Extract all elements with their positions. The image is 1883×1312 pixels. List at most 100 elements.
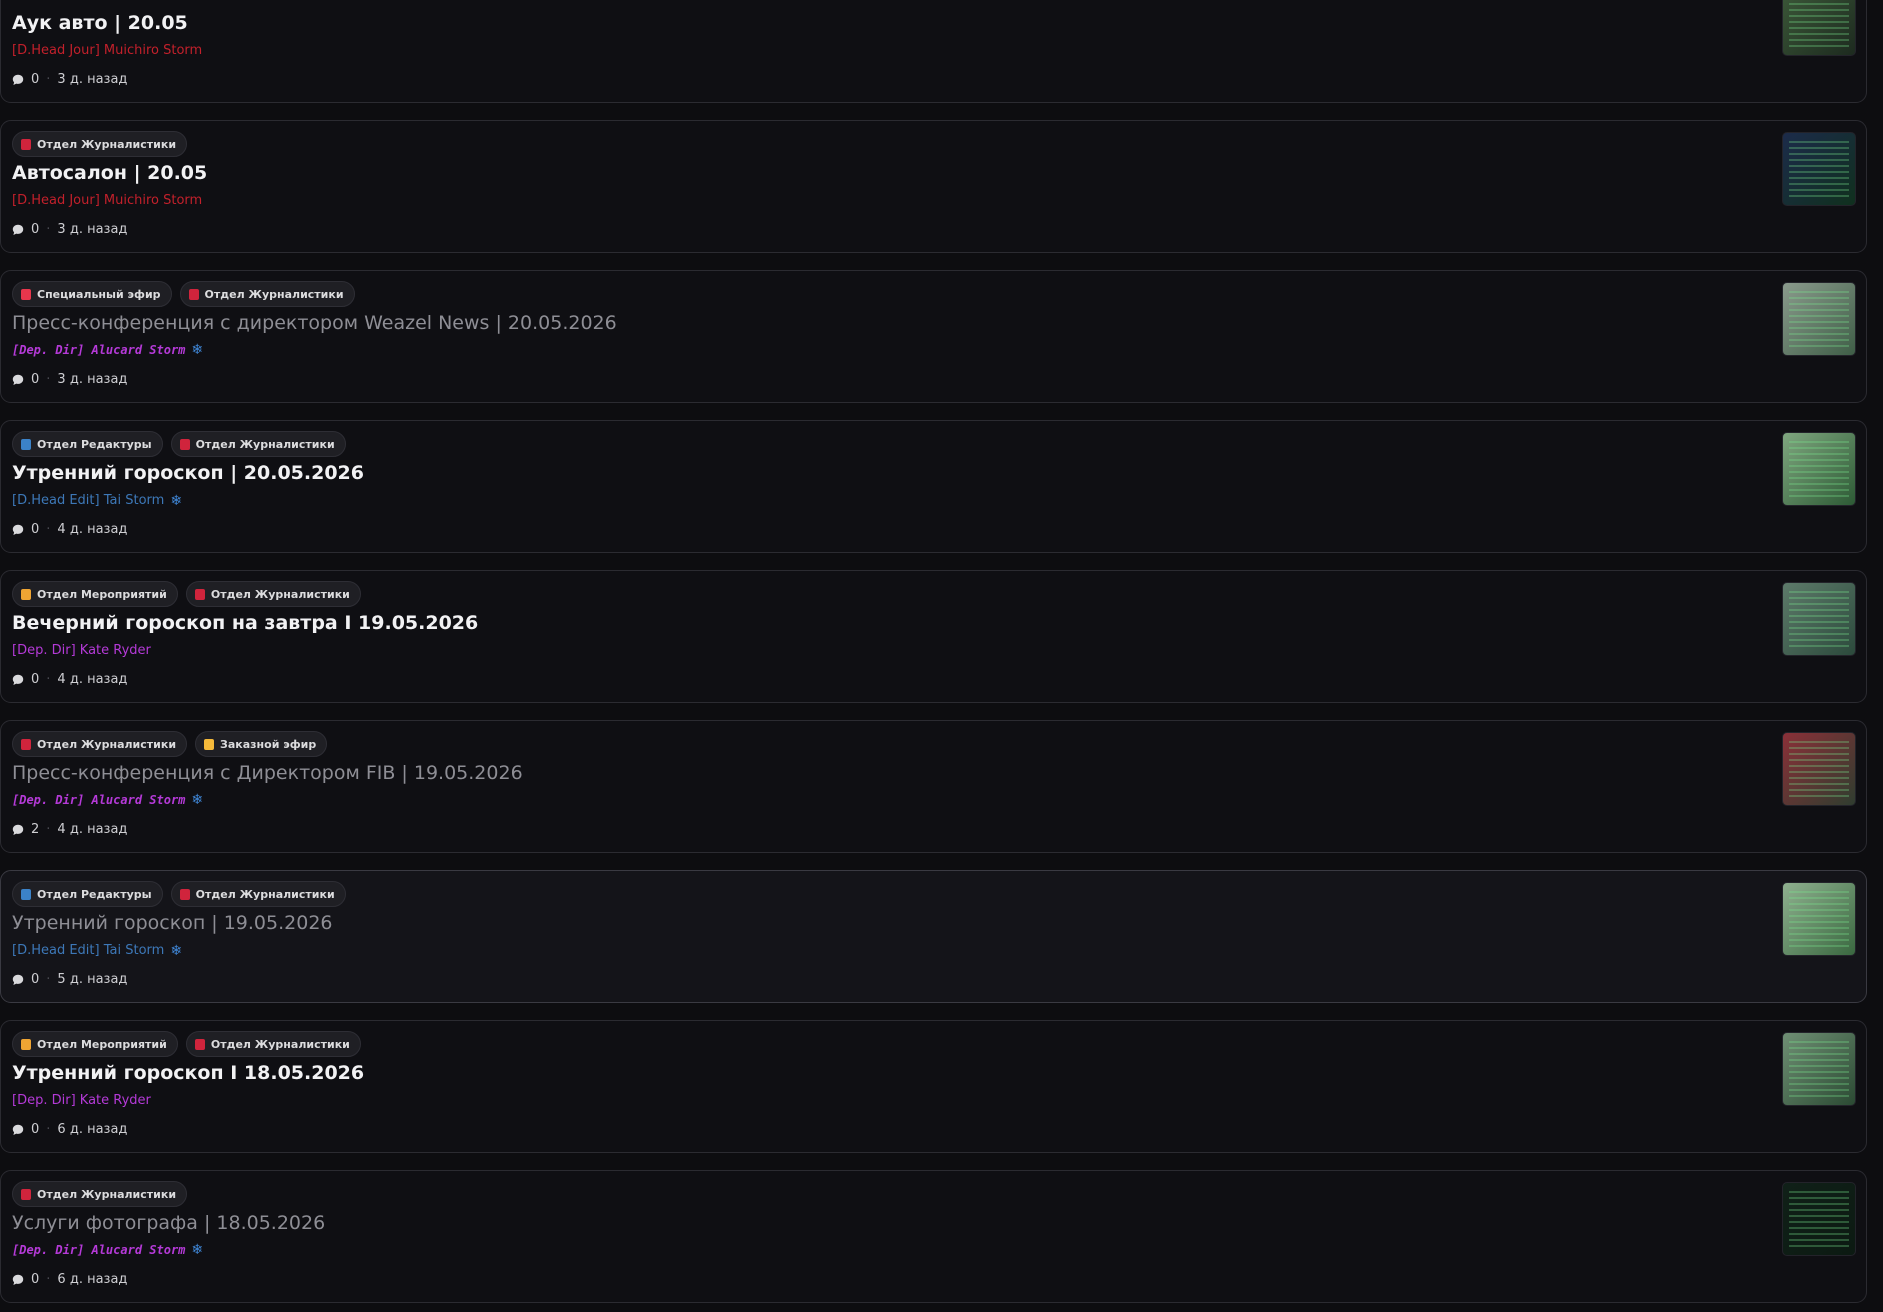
thumbnail-texture bbox=[1789, 291, 1849, 347]
tag-label: Отдел Мероприятий bbox=[37, 1037, 167, 1051]
post-thumbnail[interactable] bbox=[1782, 732, 1856, 806]
post-card[interactable]: Отдел Мероприятий Отдел Журналистики Утре… bbox=[0, 1020, 1867, 1153]
category-tag[interactable]: Отдел Журналистики bbox=[185, 1031, 361, 1057]
post-author[interactable]: [Dep. Dir] Alucard Storm bbox=[12, 343, 185, 357]
tag-color-icon bbox=[21, 288, 31, 300]
post-thumbnail[interactable] bbox=[1782, 882, 1856, 956]
post-author-row: [Dep. Dir] Alucard Storm ❄ bbox=[12, 793, 203, 807]
thumbnail-texture bbox=[1789, 0, 1849, 47]
meta-separator: · bbox=[46, 372, 51, 387]
meta-separator: · bbox=[46, 1122, 51, 1137]
post-author-row: [D.Head Jour] Muichiro Storm bbox=[12, 193, 202, 208]
post-thumbnail[interactable] bbox=[1782, 0, 1856, 56]
snowflake-icon: ❄ bbox=[191, 792, 204, 808]
post-author-row: [Dep. Dir] Alucard Storm ❄ bbox=[12, 1243, 203, 1257]
comment-count: 0 bbox=[31, 522, 40, 537]
post-card[interactable]: Отдел Журналистики Заказной эфир Пресс-ко… bbox=[0, 720, 1867, 853]
tag-label: Отдел Журналистики bbox=[195, 437, 335, 451]
meta-separator: · bbox=[46, 522, 51, 537]
post-title[interactable]: Утренний гороскоп I 18.05.2026 bbox=[12, 1062, 364, 1084]
tag-label: Заказной эфир bbox=[220, 737, 317, 751]
comment-bubble-icon bbox=[12, 1124, 24, 1135]
category-tag[interactable]: Отдел Журналистики bbox=[185, 581, 361, 607]
comment-count: 0 bbox=[31, 972, 40, 987]
category-tag[interactable]: Отдел Журналистики bbox=[179, 281, 355, 307]
post-time: 4 д. назад bbox=[57, 822, 128, 837]
post-thumbnail[interactable] bbox=[1782, 582, 1856, 656]
post-tags: Отдел Журналистики bbox=[12, 131, 188, 157]
post-time: 3 д. назад bbox=[57, 72, 128, 87]
category-tag[interactable]: Отдел Мероприятий bbox=[12, 581, 178, 607]
post-author-row: [Dep. Dir] Alucard Storm ❄ bbox=[12, 343, 203, 357]
tag-label: Отдел Журналистики bbox=[204, 287, 344, 301]
post-card[interactable]: Аук авто | 20.05 [D.Head Jour] Muichiro … bbox=[0, 0, 1867, 103]
tag-label: Отдел Журналистики bbox=[210, 587, 350, 601]
post-author[interactable]: [Dep. Dir] Alucard Storm bbox=[12, 793, 185, 807]
post-title[interactable]: Автосалон | 20.05 bbox=[12, 162, 207, 184]
post-author[interactable]: [Dep. Dir] Kate Ryder bbox=[12, 643, 151, 658]
post-card[interactable]: Специальный эфир Отдел Журналистики Пресс… bbox=[0, 270, 1867, 403]
post-time: 4 д. назад bbox=[57, 672, 128, 687]
post-feed: Аук авто | 20.05 [D.Head Jour] Muichiro … bbox=[0, 0, 1883, 1312]
post-card[interactable]: Отдел Редактуры Отдел Журналистики Утренн… bbox=[0, 420, 1867, 553]
snowflake-icon: ❄ bbox=[170, 942, 183, 959]
tag-label: Отдел Редактуры bbox=[37, 887, 152, 901]
post-thumbnail[interactable] bbox=[1782, 1032, 1856, 1106]
post-thumbnail[interactable] bbox=[1782, 132, 1856, 206]
post-author[interactable]: [D.Head Edit] Tai Storm bbox=[12, 493, 164, 508]
post-title[interactable]: Аук авто | 20.05 bbox=[12, 12, 188, 34]
post-time: 3 д. назад bbox=[57, 372, 128, 387]
tag-color-icon bbox=[21, 738, 31, 750]
category-tag[interactable]: Отдел Редактуры bbox=[12, 881, 163, 907]
category-tag[interactable]: Отдел Редактуры bbox=[12, 431, 163, 457]
tag-label: Отдел Журналистики bbox=[37, 137, 177, 151]
comment-count: 0 bbox=[31, 1122, 40, 1137]
post-card[interactable]: Отдел Журналистики Услуги фотографа | 18… bbox=[0, 1170, 1867, 1303]
tag-label: Отдел Мероприятий bbox=[37, 587, 167, 601]
comment-bubble-icon bbox=[12, 74, 24, 85]
tag-label: Отдел Журналистики bbox=[37, 1187, 177, 1201]
post-title[interactable]: Услуги фотографа | 18.05.2026 bbox=[12, 1212, 325, 1234]
comment-count: 0 bbox=[31, 672, 40, 687]
tag-color-icon bbox=[21, 438, 31, 450]
category-tag[interactable]: Отдел Журналистики bbox=[12, 1181, 188, 1207]
post-time: 5 д. назад bbox=[57, 972, 128, 987]
category-tag[interactable]: Отдел Журналистики bbox=[12, 131, 188, 157]
post-time: 6 д. назад bbox=[57, 1272, 128, 1287]
post-card[interactable]: Отдел Редактуры Отдел Журналистики Утренн… bbox=[0, 870, 1867, 1003]
comment-bubble-icon bbox=[12, 224, 24, 235]
post-thumbnail[interactable] bbox=[1782, 282, 1856, 356]
post-meta: 0 · 4 д. назад bbox=[12, 522, 127, 537]
post-title[interactable]: Вечерний гороскоп на завтра I 19.05.2026 bbox=[12, 612, 478, 634]
category-tag[interactable]: Отдел Мероприятий bbox=[12, 1031, 178, 1057]
post-title[interactable]: Утренний гороскоп | 20.05.2026 bbox=[12, 462, 364, 484]
post-author[interactable]: [D.Head Jour] Muichiro Storm bbox=[12, 43, 202, 58]
post-title[interactable]: Пресс-конференция с директором Weazel Ne… bbox=[12, 312, 617, 334]
comment-count: 0 bbox=[31, 372, 40, 387]
category-tag[interactable]: Отдел Журналистики bbox=[12, 731, 188, 757]
category-tag[interactable]: Заказной эфир bbox=[195, 731, 328, 757]
post-author[interactable]: [D.Head Jour] Muichiro Storm bbox=[12, 193, 202, 208]
post-author-row: [D.Head Jour] Muichiro Storm bbox=[12, 43, 202, 58]
category-tag[interactable]: Специальный эфир bbox=[12, 281, 172, 307]
post-thumbnail[interactable] bbox=[1782, 1182, 1856, 1256]
meta-separator: · bbox=[46, 672, 51, 687]
category-tag[interactable]: Отдел Журналистики bbox=[170, 431, 346, 457]
post-author-row: [Dep. Dir] Kate Ryder bbox=[12, 643, 151, 658]
post-thumbnail[interactable] bbox=[1782, 432, 1856, 506]
post-title[interactable]: Утренний гороскоп | 19.05.2026 bbox=[12, 912, 333, 934]
post-time: 3 д. назад bbox=[57, 222, 128, 237]
post-author[interactable]: [Dep. Dir] Alucard Storm bbox=[12, 1243, 185, 1257]
tag-color-icon bbox=[21, 1038, 31, 1050]
post-card[interactable]: Отдел Журналистики Автосалон | 20.05 [D.… bbox=[0, 120, 1867, 253]
post-meta: 0 · 3 д. назад bbox=[12, 372, 127, 387]
meta-separator: · bbox=[46, 1272, 51, 1287]
thumbnail-texture bbox=[1789, 891, 1849, 947]
post-tags: Отдел Редактуры Отдел Журналистики bbox=[12, 881, 346, 907]
tag-color-icon bbox=[21, 588, 31, 600]
post-author[interactable]: [D.Head Edit] Tai Storm bbox=[12, 943, 164, 958]
post-author[interactable]: [Dep. Dir] Kate Ryder bbox=[12, 1093, 151, 1108]
category-tag[interactable]: Отдел Журналистики bbox=[170, 881, 346, 907]
post-card[interactable]: Отдел Мероприятий Отдел Журналистики Вече… bbox=[0, 570, 1867, 703]
post-title[interactable]: Пресс-конференция с Директором FIB | 19.… bbox=[12, 762, 523, 784]
